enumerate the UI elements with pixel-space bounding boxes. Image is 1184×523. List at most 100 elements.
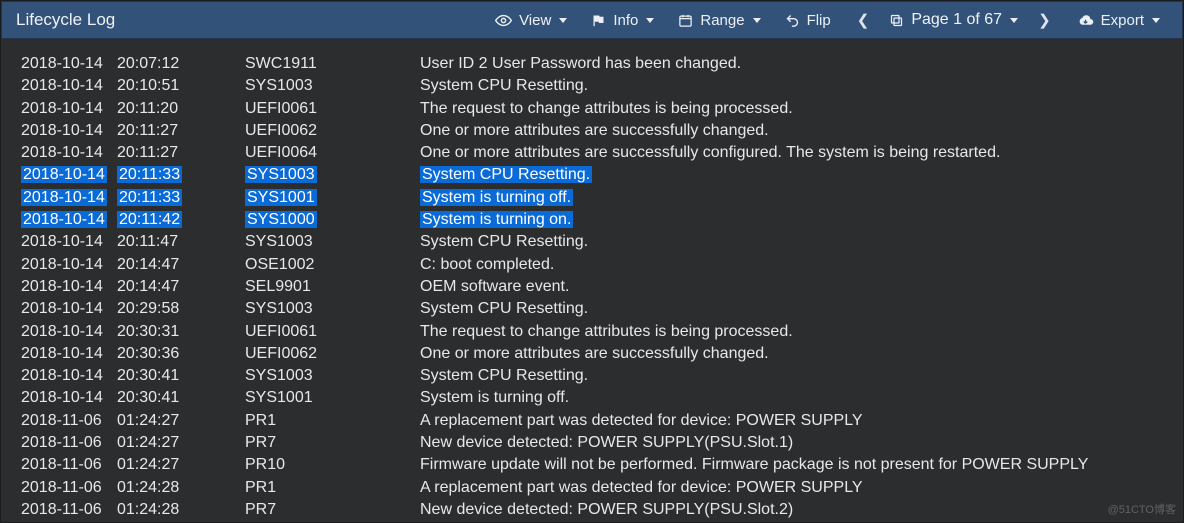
cell-code: UEFI0062: [245, 343, 420, 365]
table-row[interactable]: 2018-10-1420:10:51SYS1003System CPU Rese…: [1, 75, 1183, 97]
cell-date: 2018-10-14: [21, 75, 117, 97]
cloud-download-icon: [1077, 12, 1094, 29]
cell-time: 20:30:31: [117, 321, 245, 343]
cell-code: UEFI0061: [245, 321, 420, 343]
export-button[interactable]: Export: [1065, 1, 1172, 39]
table-row[interactable]: 2018-11-0601:24:27PR7New device detected…: [1, 432, 1183, 454]
cell-date: 2018-10-14: [21, 231, 117, 253]
cell-date: 2018-11-06: [21, 432, 117, 454]
table-row[interactable]: 2018-10-1420:07:12SWC1911User ID 2 User …: [1, 53, 1183, 75]
range-button[interactable]: Range: [666, 1, 772, 39]
cell-code: PR7: [245, 499, 420, 521]
flip-button[interactable]: Flip: [773, 1, 843, 39]
table-row[interactable]: 2018-10-1420:11:33SYS1003System CPU Rese…: [1, 164, 1183, 186]
caret-icon: [753, 18, 761, 23]
cell-desc: System is turning off.: [420, 187, 1183, 209]
cell-code: SYS1000: [245, 209, 420, 231]
table-row[interactable]: 2018-10-1420:30:41SYS1001System is turni…: [1, 387, 1183, 409]
table-row[interactable]: 2018-10-1420:29:58SYS1003System CPU Rese…: [1, 298, 1183, 320]
page-label: Page 1 of 67: [911, 11, 1002, 29]
cell-desc: New device detected: POWER SUPPLY(PSU.Sl…: [420, 499, 1183, 521]
cell-code: SYS1003: [245, 298, 420, 320]
cell-time: 01:24:28: [117, 499, 245, 521]
cell-time: 20:29:58: [117, 298, 245, 320]
table-row[interactable]: 2018-10-1420:11:33SYS1001System is turni…: [1, 187, 1183, 209]
cell-desc: A replacement part was detected for devi…: [420, 410, 1183, 432]
table-row[interactable]: 2018-10-1420:11:20UEFI0061The request to…: [1, 98, 1183, 120]
cell-date: 2018-10-14: [21, 187, 117, 209]
eye-icon: [495, 12, 512, 29]
cell-time: 20:14:47: [117, 276, 245, 298]
next-page-button[interactable]: ❯: [1032, 7, 1057, 33]
cell-date: 2018-11-06: [21, 410, 117, 432]
pagination: ❮ Page 1 of 67 ❯: [843, 7, 1065, 33]
cell-code: PR1: [245, 477, 420, 499]
cell-time: 20:11:33: [117, 164, 245, 186]
table-row[interactable]: 2018-10-1420:30:31UEFI0061The request to…: [1, 321, 1183, 343]
info-button[interactable]: Info: [579, 1, 666, 39]
cell-desc: New device detected: POWER SUPPLY(PSU.Sl…: [420, 432, 1183, 454]
cell-date: 2018-10-14: [21, 120, 117, 142]
page-indicator-button[interactable]: Page 1 of 67: [889, 11, 1018, 29]
cell-desc: A replacement part was detected for devi…: [420, 477, 1183, 499]
undo-icon: [785, 13, 800, 28]
cell-date: 2018-10-14: [21, 321, 117, 343]
info-label: Info: [613, 12, 638, 29]
table-row[interactable]: 2018-10-1420:11:47SYS1003System CPU Rese…: [1, 231, 1183, 253]
cell-date: 2018-10-14: [21, 298, 117, 320]
cell-date: 2018-10-14: [21, 142, 117, 164]
cell-code: OSE1002: [245, 254, 420, 276]
cell-code: UEFI0064: [245, 142, 420, 164]
cell-code: SYS1001: [245, 387, 420, 409]
cell-time: 01:24:27: [117, 454, 245, 476]
table-row[interactable]: 2018-10-1420:30:36UEFI0062One or more at…: [1, 343, 1183, 365]
log-table[interactable]: 2018-10-1420:07:12SWC1911User ID 2 User …: [1, 39, 1183, 522]
cell-time: 20:30:41: [117, 365, 245, 387]
cell-date: 2018-10-14: [21, 387, 117, 409]
cell-desc: System CPU Resetting.: [420, 231, 1183, 253]
cell-date: 2018-10-14: [21, 365, 117, 387]
cell-time: 20:14:47: [117, 254, 245, 276]
table-row[interactable]: 2018-10-1420:11:27UEFI0064One or more at…: [1, 142, 1183, 164]
caret-icon: [646, 18, 654, 23]
table-row[interactable]: 2018-10-1420:14:47SEL9901OEM software ev…: [1, 276, 1183, 298]
cell-date: 2018-10-14: [21, 98, 117, 120]
cell-desc: System CPU Resetting.: [420, 298, 1183, 320]
table-row[interactable]: 2018-10-1420:30:41SYS1003System CPU Rese…: [1, 365, 1183, 387]
table-row[interactable]: 2018-10-1420:14:47OSE1002C: boot complet…: [1, 254, 1183, 276]
export-label: Export: [1101, 12, 1144, 29]
view-button[interactable]: View: [483, 1, 579, 39]
table-row[interactable]: 2018-10-1420:11:27UEFI0062One or more at…: [1, 120, 1183, 142]
cell-time: 20:11:33: [117, 187, 245, 209]
cell-code: UEFI0062: [245, 120, 420, 142]
cell-desc: The request to change attributes is bein…: [420, 98, 1183, 120]
cell-time: 20:10:51: [117, 75, 245, 97]
table-row[interactable]: 2018-11-0601:24:27PR10Firmware update wi…: [1, 454, 1183, 476]
cell-code: SYS1003: [245, 365, 420, 387]
cell-desc: Firmware update will not be performed. F…: [420, 454, 1183, 476]
table-row[interactable]: 2018-11-0601:24:28PR1A replacement part …: [1, 477, 1183, 499]
cell-time: 20:11:20: [117, 98, 245, 120]
cell-desc: System CPU Resetting.: [420, 164, 1183, 186]
cell-date: 2018-11-06: [21, 454, 117, 476]
cell-desc: One or more attributes are successfully …: [420, 343, 1183, 365]
table-row[interactable]: 2018-11-0601:24:27PR1A replacement part …: [1, 410, 1183, 432]
cell-date: 2018-10-14: [21, 254, 117, 276]
cell-time: 01:24:27: [117, 432, 245, 454]
cell-desc: User ID 2 User Password has been changed…: [420, 53, 1183, 75]
toolbar: Lifecycle Log View Info Range Flip ❮ Pag…: [1, 1, 1183, 39]
cell-time: 20:07:12: [117, 53, 245, 75]
cell-desc: One or more attributes are successfully …: [420, 120, 1183, 142]
table-row[interactable]: 2018-11-0601:24:28PR7New device detected…: [1, 499, 1183, 521]
prev-page-button[interactable]: ❮: [851, 7, 876, 33]
page-title: Lifecycle Log: [2, 10, 129, 30]
calendar-icon: [678, 13, 693, 28]
table-row[interactable]: 2018-10-1420:11:42SYS1000System is turni…: [1, 209, 1183, 231]
cell-code: SYS1003: [245, 164, 420, 186]
cell-date: 2018-10-14: [21, 164, 117, 186]
cell-time: 20:11:27: [117, 120, 245, 142]
cell-time: 20:30:41: [117, 387, 245, 409]
cell-code: PR1: [245, 410, 420, 432]
cell-code: PR10: [245, 454, 420, 476]
cell-time: 01:24:27: [117, 410, 245, 432]
